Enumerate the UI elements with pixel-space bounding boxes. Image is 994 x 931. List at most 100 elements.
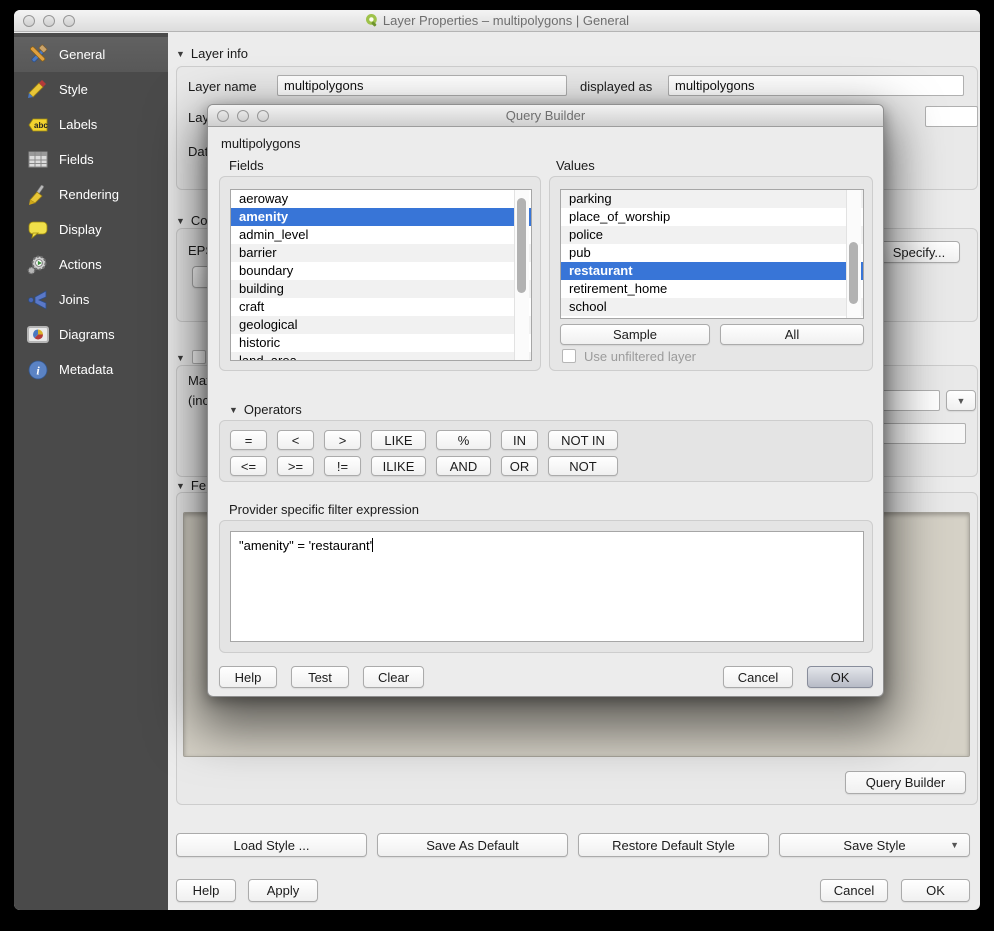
chevron-down-icon: ▼ [957, 396, 966, 406]
svg-text:abc: abc [34, 121, 48, 130]
field-list-item[interactable]: geological [231, 316, 531, 334]
operator-button[interactable]: IN [501, 430, 538, 450]
operator-button[interactable]: ILIKE [371, 456, 426, 476]
expression-groupbox: "amenity" = 'restaurant' [219, 520, 873, 653]
sidebar-item-diagrams[interactable]: Diagrams [14, 317, 168, 352]
sidebar-item-rendering[interactable]: Rendering [14, 177, 168, 212]
ok-button[interactable]: OK [901, 879, 970, 902]
layer-info-header[interactable]: ▼Layer info [176, 46, 248, 61]
all-button[interactable]: All [720, 324, 864, 345]
crs-header[interactable]: ▼Co [176, 213, 208, 228]
values-list[interactable]: parkingplace_of_worshippolicepubrestaura… [560, 189, 864, 319]
layer-source-label: Lay [188, 110, 209, 125]
operator-button[interactable]: NOT IN [548, 430, 618, 450]
field-list-item[interactable]: aeroway [231, 190, 531, 208]
save-style-button[interactable]: Save Style ▼ [779, 833, 970, 857]
operator-button[interactable]: NOT [548, 456, 618, 476]
sidebar-item-labels[interactable]: abc Labels [14, 107, 168, 142]
operator-button[interactable]: AND [436, 456, 491, 476]
clear-button[interactable]: Clear [363, 666, 424, 688]
load-style-button[interactable]: Load Style ... [176, 833, 367, 857]
operator-button[interactable]: > [324, 430, 361, 450]
cancel-button[interactable]: Cancel [820, 879, 888, 902]
sidebar-item-label: Actions [59, 257, 102, 272]
use-unfiltered-checkbox[interactable] [562, 349, 576, 363]
save-as-default-button[interactable]: Save As Default [377, 833, 568, 857]
sidebar-item-general[interactable]: General [14, 37, 168, 72]
window-titlebar[interactable]: Layer Properties – multipolygons | Gener… [14, 10, 980, 32]
value-list-item[interactable]: police [561, 226, 863, 244]
layer-name-input[interactable]: multipolygons [277, 75, 567, 96]
speech-bubble-icon [26, 219, 50, 241]
operator-button[interactable]: <= [230, 456, 267, 476]
value-list-item[interactable]: pub [561, 244, 863, 262]
sidebar-item-fields[interactable]: Fields [14, 142, 168, 177]
broom-icon [26, 184, 50, 206]
tools-icon [26, 44, 50, 66]
operator-button[interactable]: LIKE [371, 430, 426, 450]
sidebar-item-actions[interactable]: Actions [14, 247, 168, 282]
operator-button[interactable]: < [277, 430, 314, 450]
dialog-layer-label: multipolygons [221, 136, 301, 151]
displayed-as-input[interactable]: multipolygons [668, 75, 964, 96]
dialog-cancel-button[interactable]: Cancel [723, 666, 793, 688]
layer-name-label: Layer name [188, 79, 257, 94]
sidebar-item-metadata[interactable]: i Metadata [14, 352, 168, 387]
operator-button[interactable]: = [230, 430, 267, 450]
test-button[interactable]: Test [291, 666, 349, 688]
dialog-help-button[interactable]: Help [219, 666, 277, 688]
dialog-ok-button[interactable]: OK [807, 666, 873, 688]
sample-button[interactable]: Sample [560, 324, 710, 345]
feature-subset-header[interactable]: ▼Fe [176, 478, 206, 493]
field-list-item[interactable]: amenity [231, 208, 531, 226]
restore-default-style-button[interactable]: Restore Default Style [578, 833, 769, 857]
operator-button[interactable]: != [324, 456, 361, 476]
funnel-icon [26, 289, 50, 311]
apply-button[interactable]: Apply [248, 879, 318, 902]
scale-combo-arrow-button[interactable]: ▼ [946, 390, 976, 411]
field-list-item[interactable]: craft [231, 298, 531, 316]
sidebar-item-joins[interactable]: Joins [14, 282, 168, 317]
values-scrollbar[interactable] [846, 190, 861, 318]
field-list-item[interactable]: boundary [231, 262, 531, 280]
table-icon [26, 149, 50, 171]
value-list-item[interactable]: school [561, 298, 863, 316]
fields-list[interactable]: aerowayamenityadmin_levelbarrierboundary… [230, 189, 532, 361]
expression-textarea[interactable]: "amenity" = 'restaurant' [230, 531, 864, 642]
operators-row-2: <= >= != ILIKE AND OR NOT [230, 456, 618, 476]
field-list-item[interactable]: land_area [231, 352, 531, 361]
values-groupbox: parkingplace_of_worshippolicepubrestaura… [549, 176, 873, 371]
sidebar-item-style[interactable]: Style [14, 72, 168, 107]
layer-source-input[interactable] [925, 106, 978, 127]
specify-button[interactable]: Specify... [878, 241, 960, 263]
operator-button[interactable]: OR [501, 456, 538, 476]
scale-header[interactable]: ▼ [176, 350, 191, 365]
info-icon: i [26, 359, 50, 381]
help-button[interactable]: Help [176, 879, 236, 902]
value-list-item[interactable]: parking [561, 190, 863, 208]
gear-icon [26, 254, 50, 276]
query-builder-button[interactable]: Query Builder [845, 771, 966, 794]
field-list-item[interactable]: building [231, 280, 531, 298]
fields-scrollbar[interactable] [514, 190, 529, 360]
scrollbar-thumb[interactable] [849, 242, 858, 304]
sidebar-item-display[interactable]: Display [14, 212, 168, 247]
chevron-down-icon: ▼ [950, 840, 959, 850]
operator-button[interactable]: >= [277, 456, 314, 476]
scrollbar-thumb[interactable] [517, 198, 526, 293]
value-list-item[interactable]: retirement_home [561, 280, 863, 298]
dialog-titlebar[interactable]: Query Builder [208, 105, 883, 127]
sidebar-item-label: Rendering [59, 187, 119, 202]
operators-header[interactable]: ▼Operators [229, 402, 302, 417]
collapse-triangle-icon: ▼ [176, 481, 185, 491]
field-list-item[interactable]: barrier [231, 244, 531, 262]
scale-checkbox[interactable] [192, 350, 206, 364]
value-list-item[interactable]: restaurant [561, 262, 863, 280]
query-builder-dialog: Query Builder multipolygons Fields aerow… [207, 104, 884, 697]
field-list-item[interactable]: admin_level [231, 226, 531, 244]
value-list-item[interactable]: place_of_worship [561, 208, 863, 226]
operators-groupbox: = < > LIKE% IN NOT IN <= >= != ILIKE AND OR NOT [219, 420, 873, 482]
abc-tag-icon: abc [26, 114, 50, 136]
operator-button[interactable]: % [436, 430, 491, 450]
field-list-item[interactable]: historic [231, 334, 531, 352]
